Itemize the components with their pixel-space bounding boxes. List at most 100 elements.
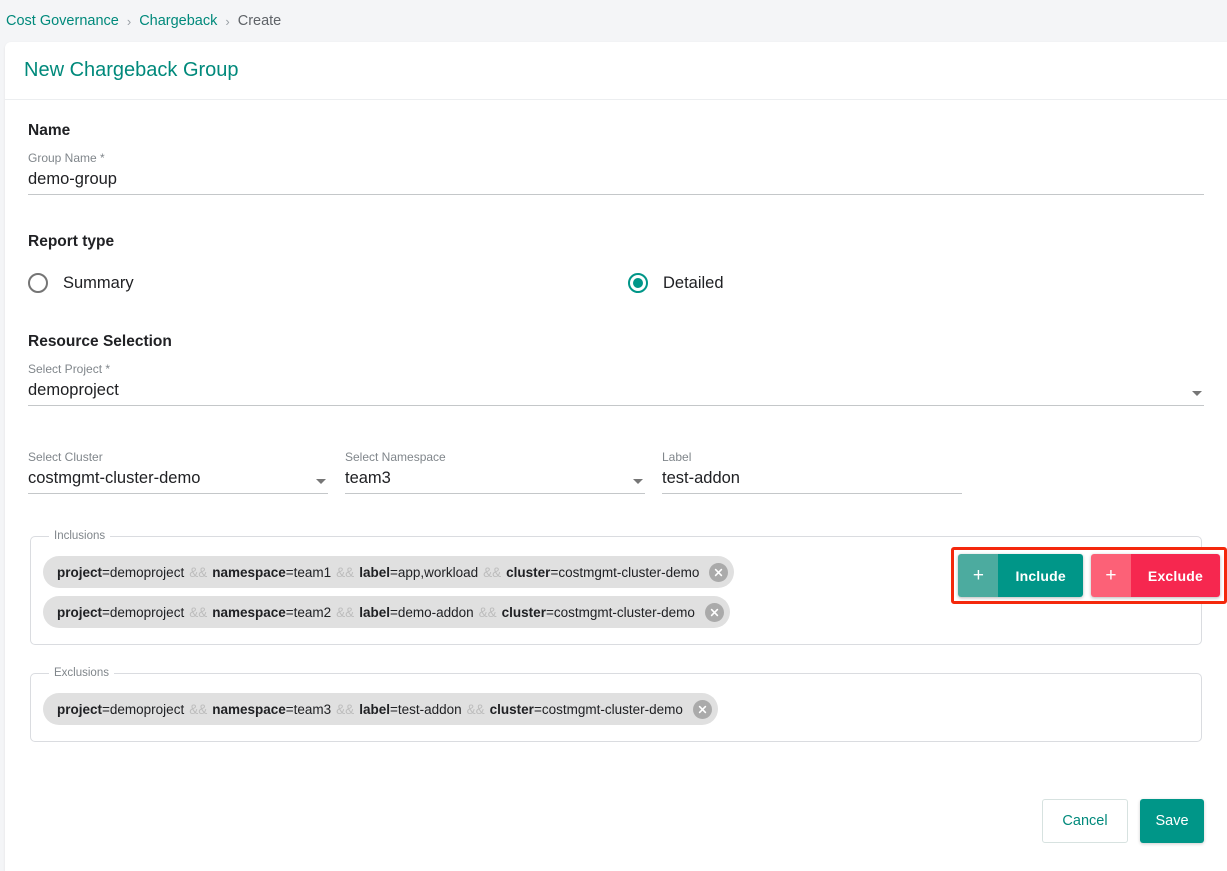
page-title: New Chargeback Group — [24, 59, 239, 81]
select-cluster-value[interactable]: costmgmt-cluster-demo — [28, 467, 328, 489]
save-button[interactable]: Save — [1140, 799, 1204, 843]
select-namespace-label: Select Namespace — [345, 450, 446, 464]
chip-separator: && — [189, 564, 208, 580]
radio-option-summary[interactable]: Summary — [28, 273, 628, 293]
chip-remove-icon[interactable] — [704, 602, 724, 622]
radio-unchecked-icon — [28, 273, 48, 293]
chip-key: namespace — [212, 564, 286, 580]
chip-value: =demo-addon — [389, 604, 474, 620]
chip-key: namespace — [212, 701, 286, 717]
chip-value: =team3 — [285, 701, 332, 717]
form-footer: Cancel Save — [1042, 799, 1204, 843]
exclusions-legend: Exclusions — [54, 667, 109, 679]
chip-key: cluster — [489, 701, 534, 717]
select-project-label: Select Project * — [28, 362, 111, 376]
breadcrumb-separator-icon: › — [126, 13, 132, 29]
breadcrumb-item-chargeback[interactable]: Chargeback — [139, 13, 217, 29]
group-name-label: Group Name * — [28, 151, 105, 165]
chevron-down-icon[interactable] — [633, 479, 643, 484]
include-button[interactable]: + Include — [958, 554, 1083, 597]
include-exclude-highlight-box: + Include + Exclude — [951, 547, 1227, 604]
label-field-underline — [662, 493, 962, 494]
label-field-wrapper: Label test-addon — [662, 450, 962, 494]
chip-remove-icon[interactable] — [692, 699, 712, 719]
chip-key: project — [57, 701, 103, 717]
select-cluster-underline — [28, 493, 328, 494]
label-field-label: Label — [662, 450, 692, 464]
cancel-button[interactable]: Cancel — [1042, 799, 1128, 843]
chevron-down-icon[interactable] — [1192, 391, 1202, 396]
select-namespace-underline — [345, 493, 645, 494]
select-cluster-label: Select Cluster — [28, 450, 103, 464]
inclusions-legend: Inclusions — [54, 530, 106, 542]
section-title-resource-selection: Resource Selection — [28, 333, 172, 350]
chip-value: =demoproject — [102, 604, 185, 620]
chip-value: =test-addon — [389, 701, 462, 717]
exclusion-chip[interactable]: project=demoproject && namespace=team3 && la… — [43, 693, 718, 725]
chip-key: namespace — [212, 604, 286, 620]
exclusions-fieldset: Exclusions project=demoproject && namespac… — [30, 667, 1202, 742]
chip-value: =team2 — [285, 604, 332, 620]
breadcrumb-item-cost-governance[interactable]: Cost Governance — [6, 13, 119, 29]
exclude-button[interactable]: + Exclude — [1090, 554, 1220, 597]
chip-key: label — [359, 604, 390, 620]
chip-remove-icon[interactable] — [709, 562, 729, 582]
radio-option-detailed[interactable]: Detailed — [628, 273, 724, 293]
resource-filters-row: Select Cluster costmgmt-cluster-demo Sel… — [28, 450, 1204, 494]
radio-checked-icon — [628, 273, 648, 293]
chip-separator: && — [336, 564, 355, 580]
chip-value: =demoproject — [102, 564, 185, 580]
radio-label-summary: Summary — [63, 273, 134, 292]
card-body: Name Group Name * demo-group Report type… — [5, 100, 1227, 742]
select-project-field-wrapper: Select Project * demoproject — [28, 362, 1204, 406]
card-header: New Chargeback Group — [5, 42, 1227, 100]
breadcrumb-item-create: Create — [237, 13, 282, 29]
breadcrumb-separator-icon: › — [225, 13, 230, 29]
include-button-label: Include — [998, 554, 1083, 597]
chip-separator: && — [478, 604, 497, 620]
section-title-name: Name — [28, 122, 71, 139]
chip-separator: && — [189, 604, 208, 620]
label-input[interactable]: test-addon — [662, 467, 962, 489]
select-project-underline — [28, 405, 1204, 406]
chip-separator: && — [189, 701, 208, 717]
select-namespace-value[interactable]: team3 — [345, 467, 645, 489]
chip-expression: project=demoproject && namespace=team3 && la… — [57, 702, 683, 717]
chip-expression: project=demoproject && namespace=team1 && la… — [57, 565, 699, 580]
inclusion-chip[interactable]: project=demoproject && namespace=team2 && la… — [43, 596, 730, 628]
group-name-field-wrapper: Group Name * demo-group — [28, 151, 1204, 195]
chip-key: cluster — [506, 564, 551, 580]
chip-key: label — [359, 701, 390, 717]
chip-separator: && — [336, 701, 355, 717]
select-cluster-field-wrapper: Select Cluster costmgmt-cluster-demo — [28, 450, 328, 494]
plus-icon: + — [1090, 554, 1131, 597]
inclusion-chip[interactable]: project=demoproject && namespace=team1 && la… — [43, 556, 735, 588]
chip-value: =demoproject — [102, 701, 185, 717]
chip-value: =costmgmt-cluster-demo — [545, 604, 695, 620]
chip-value: =costmgmt-cluster-demo — [550, 564, 700, 580]
group-name-underline — [28, 194, 1204, 195]
radio-label-detailed: Detailed — [663, 273, 724, 292]
chip-key: project — [57, 564, 103, 580]
section-title-report-type: Report type — [28, 233, 115, 250]
chip-expression: project=demoproject && namespace=team2 && la… — [57, 605, 695, 620]
chip-key: project — [57, 604, 103, 620]
exclude-button-label: Exclude — [1130, 554, 1220, 597]
plus-icon: + — [958, 554, 999, 597]
report-type-radio-group: Summary Detailed — [28, 273, 1204, 293]
chip-value: =costmgmt-cluster-demo — [533, 701, 683, 717]
chip-separator: && — [336, 604, 355, 620]
chip-key: label — [359, 564, 390, 580]
chevron-down-icon[interactable] — [316, 479, 326, 484]
group-name-input[interactable]: demo-group — [28, 168, 1204, 190]
chip-value: =team1 — [285, 564, 332, 580]
select-namespace-field-wrapper: Select Namespace team3 — [345, 450, 645, 494]
breadcrumb: Cost Governance › Chargeback › Create — [0, 0, 1227, 42]
chip-separator: && — [466, 701, 485, 717]
chargeback-form-card: New Chargeback Group Name Group Name * d… — [5, 42, 1227, 871]
chip-separator: && — [483, 564, 502, 580]
exclusions-chip-list: project=demoproject && namespace=team3 && la… — [43, 689, 1189, 729]
chip-key: cluster — [501, 604, 546, 620]
chip-value: =app,workload — [389, 564, 479, 580]
select-project-value[interactable]: demoproject — [28, 379, 1204, 401]
